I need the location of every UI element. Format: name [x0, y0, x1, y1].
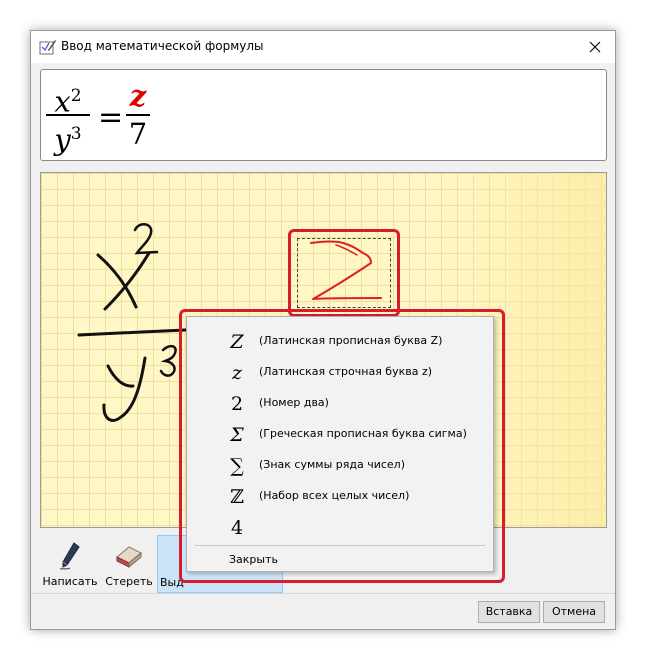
menu-item-integers-set[interactable]: ℤ (Набор всех целых чисел)	[187, 482, 493, 512]
recognized-z-highlight[interactable]	[288, 229, 400, 317]
menu-item-symbol: 4	[230, 517, 244, 539]
menu-item-digit-four[interactable]: 4	[187, 513, 493, 543]
menu-item-symbol: ℤ	[230, 486, 244, 508]
menu-item-label: (Номер два)	[259, 396, 329, 409]
numerator-base: x	[54, 84, 71, 119]
menu-item-greek-sigma[interactable]: Σ (Греческая прописная буква сигма)	[187, 420, 493, 450]
title-bar: Ввод математической формулы	[31, 31, 615, 63]
menu-item-latin-small-z[interactable]: z (Латинская строчная буква z)	[187, 358, 493, 388]
cancel-button[interactable]: Отмена	[543, 601, 605, 623]
menu-item-digit-two[interactable]: 2 (Номер два)	[187, 389, 493, 419]
close-icon	[589, 41, 601, 53]
recognized-z: z	[129, 79, 147, 113]
eraser-icon	[116, 546, 142, 569]
menu-item-symbol: Z	[230, 331, 244, 353]
menu-item-label: (Набор всех целых чисел)	[259, 489, 410, 502]
menu-item-label: (Греческая прописная буква сигма)	[259, 427, 467, 440]
denominator-exponent: 3	[70, 124, 82, 144]
numerator-exponent: 2	[70, 86, 82, 106]
menu-item-symbol: Σ	[230, 424, 244, 446]
menu-item-label: (Знак суммы ряда чисел)	[259, 458, 405, 471]
suggestions-menu: Z (Латинская прописная буква Z) z (Латин…	[186, 316, 494, 572]
write-tool-button[interactable]: Написать	[39, 535, 101, 591]
formula-preview: x2 y3 = z 7	[40, 69, 607, 161]
denominator-seven: 7	[128, 117, 148, 151]
menu-item-symbol: ∑	[230, 455, 244, 477]
formula-pen-icon	[39, 38, 57, 56]
menu-item-label: (Латинская прописная буква Z)	[259, 334, 443, 347]
erase-tool-label: Стереть	[105, 575, 153, 588]
suggestions-highlight: Z (Латинская прописная буква Z) z (Латин…	[179, 309, 505, 583]
menu-item-symbol: 2	[230, 393, 244, 415]
close-button[interactable]	[575, 31, 615, 63]
selection-rectangle	[297, 238, 391, 308]
menu-item-summation[interactable]: ∑ (Знак суммы ряда чисел)	[187, 451, 493, 481]
right-fraction: z 7	[126, 78, 150, 152]
window-title: Ввод математической формулы	[61, 39, 264, 53]
pen-icon	[59, 542, 80, 570]
equals-sign: =	[98, 100, 124, 135]
menu-item-latin-capital-z[interactable]: Z (Латинская прописная буква Z)	[187, 327, 493, 357]
left-fraction: x2 y3	[46, 78, 90, 157]
write-tool-label: Написать	[42, 575, 98, 588]
menu-item-label: (Латинская строчная буква z)	[259, 365, 433, 378]
denominator-base: y	[54, 122, 71, 157]
erase-tool-button[interactable]: Стереть	[103, 535, 155, 591]
insert-button[interactable]: Вставка	[478, 601, 540, 623]
menu-close-item[interactable]: Закрыть	[229, 553, 278, 566]
menu-item-symbol: z	[231, 362, 242, 384]
